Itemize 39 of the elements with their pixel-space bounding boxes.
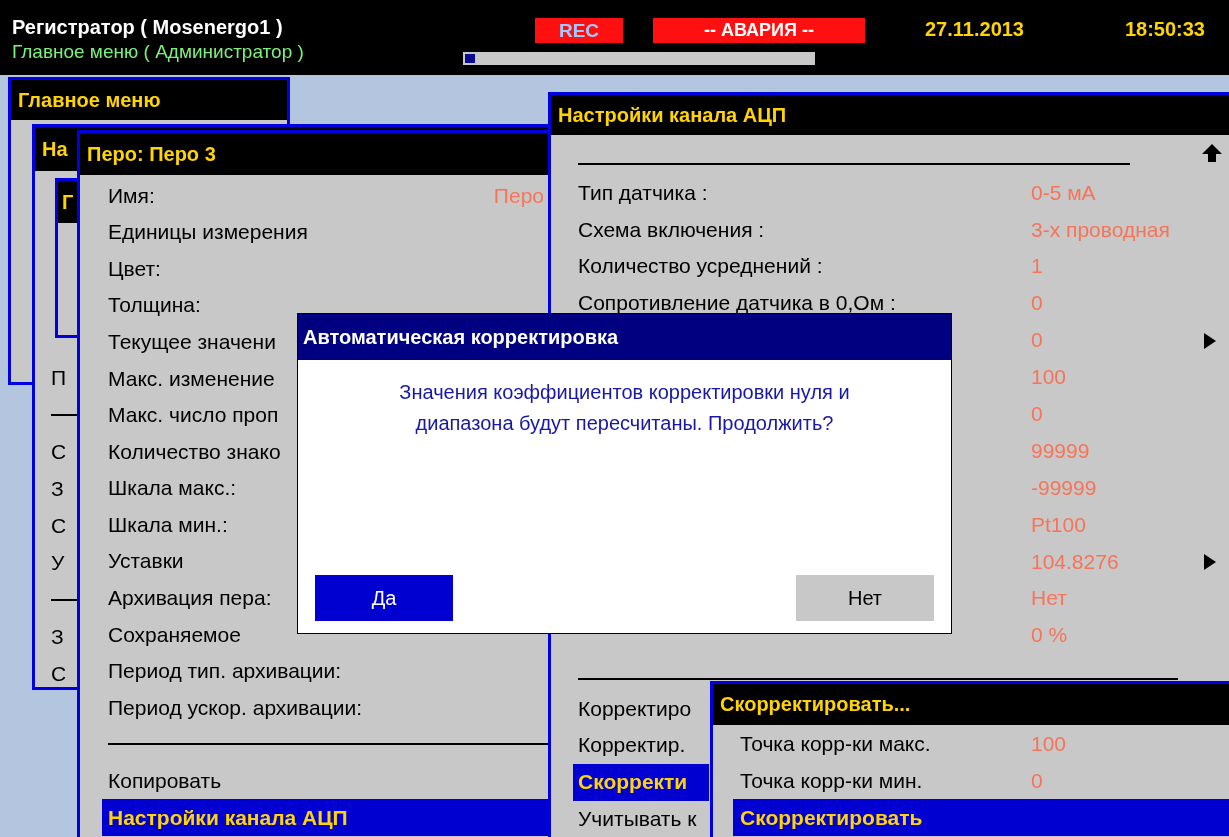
field-value: Перо: [493, 182, 544, 209]
menu-item[interactable]: Учитывать к: [573, 801, 709, 837]
dialog-button[interactable]: Нет: [796, 575, 934, 621]
menu-item[interactable]: Период ускор. архивации:: [102, 689, 548, 726]
rec-indicator: REC: [535, 18, 623, 43]
window-title: Перо: Перо 3: [80, 133, 548, 175]
window-title: Настройки канала АЦП: [551, 95, 1229, 135]
dialog-title: Автоматическая корректировка: [298, 314, 951, 360]
time-text: 18:50:33: [1124, 17, 1205, 42]
setting-label: Тип датчика :: [578, 179, 708, 206]
device-title: Регистратор ( Mosenergo1 ): [12, 15, 283, 40]
setting-label: Количество усреднений :: [578, 253, 823, 280]
menu-path: Главное меню ( Администратор ): [12, 40, 304, 64]
menu-item[interactable]: Корректиро: [573, 690, 709, 728]
date-text: 27.11.2013: [925, 17, 1024, 42]
menu-item[interactable]: С: [51, 655, 67, 692]
menu-item[interactable]: Скорректи: [573, 764, 709, 802]
menu-item[interactable]: З: [51, 618, 64, 655]
menu-item[interactable]: Период тип. архивации:: [102, 652, 548, 690]
menu-item[interactable]: С: [51, 507, 67, 544]
menu-item[interactable]: Цвет:: [102, 250, 548, 287]
setting-label: Сопротивление датчика в 0,Ом :: [578, 290, 896, 317]
window-title: Главное меню: [11, 80, 287, 120]
dialog-button[interactable]: Да: [315, 575, 453, 621]
menu-item[interactable]: Корректир.: [573, 727, 709, 765]
menu-item[interactable]: У: [51, 544, 65, 581]
menu-item[interactable]: П: [51, 359, 67, 396]
menu-item[interactable]: Копировать: [102, 762, 548, 800]
menu-item[interactable]: Настройки канала АЦП: [102, 799, 548, 836]
setting-label: Точка корр-ки макс.: [740, 730, 932, 757]
menu-item[interactable]: С: [51, 433, 67, 470]
menu-item[interactable]: Скорректировать: [733, 799, 1229, 836]
setting-label: Схема включения :: [578, 216, 765, 243]
scroll-up-icon[interactable]: [1201, 143, 1223, 163]
window-title: Скорректировать...: [713, 684, 1229, 725]
setting-label: Точка корр-ки мин.: [740, 767, 924, 794]
dialog-message: Значения коэффициентов корректировки нуля и диапазона будут пересчитаны. Продолжить?: [398, 380, 851, 436]
alarm-indicator: -- АВАРИЯ --: [653, 18, 865, 43]
menu-item[interactable]: З: [51, 470, 64, 507]
